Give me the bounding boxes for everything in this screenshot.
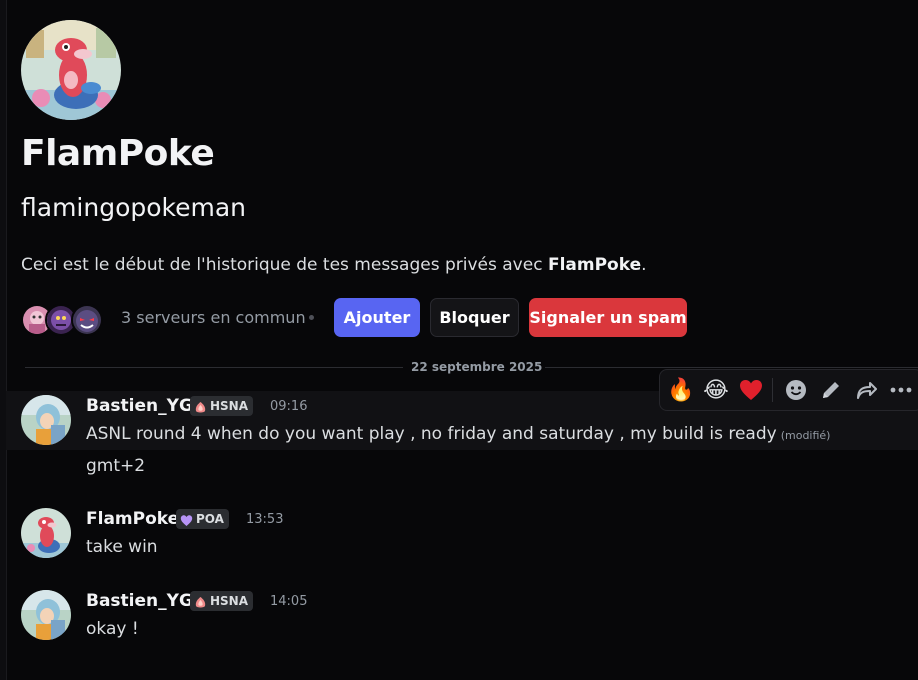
- server-icon: [71, 303, 103, 336]
- profile-display-name: FlamPoke: [21, 133, 215, 174]
- mutual-servers[interactable]: 3 serveurs en commun: [21, 298, 314, 337]
- server-tag[interactable]: HSNA: [190, 591, 254, 611]
- message-timestamp[interactable]: 13:53: [246, 512, 283, 527]
- dm-channel: FlamPoke flamingopokeman Ceci est le déb…: [0, 0, 918, 680]
- toolbar-divider: [772, 378, 773, 402]
- dm-intro-text: Ceci est le début de l'historique de tes…: [21, 255, 647, 275]
- add-reaction-icon: [786, 380, 806, 400]
- server-tag[interactable]: POA: [176, 509, 229, 529]
- quick-reaction-heart[interactable]: [737, 376, 765, 404]
- forward-message-button[interactable]: [852, 376, 880, 404]
- sidebar-edge: [0, 0, 7, 680]
- poa-tag-icon: [180, 513, 193, 526]
- fire-emoji-icon: 🔥: [667, 377, 695, 403]
- separator-dot: [309, 315, 314, 320]
- message-text: ASNL round 4 when do you want play , no …: [86, 424, 777, 444]
- forward-icon: [857, 382, 877, 399]
- mutual-server-icons: [21, 302, 103, 336]
- message-avatar[interactable]: [21, 395, 71, 445]
- divider-line: [25, 367, 403, 368]
- add-reaction-button[interactable]: [782, 376, 810, 404]
- more-options-button[interactable]: [887, 376, 915, 404]
- intro-prefix: Ceci est le début de l'historique de tes…: [21, 255, 548, 275]
- intro-suffix: .: [641, 255, 647, 275]
- profile-avatar[interactable]: [21, 20, 121, 120]
- joy-emoji-icon: 😂: [703, 377, 729, 403]
- message-timestamp[interactable]: 14:05: [270, 594, 307, 609]
- divider-line: [545, 367, 918, 368]
- server-tag-label: POA: [196, 512, 224, 526]
- quick-reaction-joy[interactable]: 😂: [702, 376, 730, 404]
- profile-username: flamingopokeman: [21, 193, 247, 222]
- message-author[interactable]: Bastien_YG: [86, 396, 193, 416]
- edit-message-button[interactable]: [817, 376, 845, 404]
- message-avatar[interactable]: [21, 508, 71, 558]
- edited-label: (modifié): [780, 429, 831, 442]
- date-divider-label: 22 septembre 2025: [411, 360, 543, 374]
- message-timestamp[interactable]: 09:16: [270, 399, 307, 414]
- message-content: take win: [86, 537, 158, 557]
- server-tag[interactable]: HSNA: [190, 396, 254, 416]
- block-button[interactable]: Bloquer: [430, 298, 519, 337]
- message-author[interactable]: Bastien_YG: [86, 591, 193, 611]
- heart-icon: [740, 380, 762, 400]
- server-tag-label: HSNA: [210, 594, 249, 608]
- add-friend-button[interactable]: Ajouter: [334, 298, 420, 337]
- server-tag-label: HSNA: [210, 399, 249, 413]
- more-icon: [890, 387, 912, 393]
- message-actions-toolbar: 🔥 😂: [659, 369, 918, 411]
- hsna-tag-icon: [194, 400, 207, 413]
- mutual-servers-text[interactable]: 3 serveurs en commun: [121, 298, 306, 337]
- quick-reaction-fire[interactable]: 🔥: [667, 376, 695, 404]
- edit-icon: [823, 382, 839, 398]
- hsna-tag-icon: [194, 595, 207, 608]
- message-avatar[interactable]: [21, 590, 71, 640]
- intro-name: FlamPoke: [547, 255, 642, 275]
- message-content: ASNL round 4 when do you want play , no …: [86, 424, 830, 444]
- message-content: gmt+2: [86, 456, 146, 476]
- message-content: okay !: [86, 619, 139, 639]
- report-spam-button[interactable]: Signaler un spam: [529, 298, 687, 337]
- message-author[interactable]: FlamPoke: [86, 509, 179, 529]
